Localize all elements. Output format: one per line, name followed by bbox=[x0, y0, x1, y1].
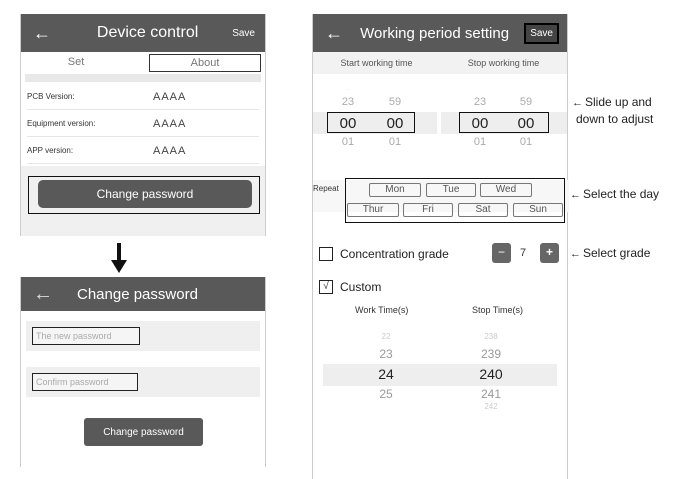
page-title: Working period setting bbox=[360, 24, 510, 42]
work-time-value[interactable]: 23 bbox=[371, 347, 401, 361]
save-button[interactable]: Save bbox=[232, 28, 255, 39]
info-label: Equipment version: bbox=[27, 119, 96, 128]
stop-hour-prev[interactable]: 23 bbox=[465, 96, 495, 108]
custom-checkbox[interactable]: √ bbox=[319, 280, 333, 294]
start-minute-next[interactable]: 01 bbox=[380, 136, 410, 148]
start-hour-next[interactable]: 01 bbox=[333, 136, 363, 148]
concentration-checkbox[interactable] bbox=[319, 247, 333, 261]
callout-arrow-icon: ← bbox=[570, 248, 581, 260]
change-password-screen: ← Change password The new password Confi… bbox=[20, 277, 266, 467]
stop-time-value[interactable]: 241 bbox=[476, 387, 506, 401]
slide-callout-line1: Slide up and bbox=[585, 95, 652, 109]
selection-band bbox=[323, 364, 557, 386]
day-mon[interactable]: Mon bbox=[369, 183, 421, 197]
stop-minute-next[interactable]: 01 bbox=[511, 136, 541, 148]
stop-time-selected[interactable]: 240 bbox=[476, 366, 506, 382]
work-time-selected[interactable]: 24 bbox=[371, 366, 401, 382]
start-time-label: Start working time bbox=[340, 58, 413, 68]
confirm-password-field[interactable]: Confirm password bbox=[26, 367, 260, 397]
info-row-equipment: Equipment version: AAAA bbox=[27, 111, 259, 137]
day-sun[interactable]: Sun bbox=[513, 203, 563, 217]
grade-callout: ← Select grade bbox=[570, 246, 650, 260]
custom-label: Custom bbox=[340, 280, 382, 294]
tab-about[interactable]: About bbox=[149, 54, 261, 72]
new-password-field[interactable]: The new password bbox=[26, 321, 260, 351]
divider bbox=[25, 74, 261, 82]
stop-time-value[interactable]: 238 bbox=[476, 332, 506, 341]
confirm-password-placeholder: Confirm password bbox=[32, 373, 138, 391]
change-password-button[interactable]: Change password bbox=[38, 180, 252, 208]
page-title: Device control bbox=[96, 24, 199, 41]
start-hour-prev[interactable]: 23 bbox=[333, 96, 363, 108]
working-period-screen: ← Working period setting Save Start work… bbox=[312, 14, 569, 479]
day-callout: ← Select the day bbox=[570, 187, 659, 201]
new-password-placeholder: The new password bbox=[32, 327, 140, 345]
slide-callout: ← Slide up and down to adjust bbox=[572, 94, 653, 127]
start-minute-prev[interactable]: 59 bbox=[380, 96, 410, 108]
device-control-screen: ← Device control Save Set About PCB Vers… bbox=[20, 14, 266, 236]
time-labels: Start working time Stop working time bbox=[313, 52, 567, 74]
select-day-text: Select the day bbox=[583, 187, 660, 201]
info-label: APP version: bbox=[27, 146, 74, 155]
back-arrow-icon[interactable]: ← bbox=[33, 23, 63, 44]
repeat-label: Repeat bbox=[313, 184, 339, 193]
day-fri[interactable]: Fri bbox=[403, 203, 453, 217]
start-time-highlight bbox=[327, 112, 415, 133]
work-time-value[interactable]: 22 bbox=[371, 332, 401, 341]
day-sat[interactable]: Sat bbox=[458, 203, 508, 217]
select-grade-text: Select grade bbox=[583, 246, 651, 260]
tab-bar: Set About bbox=[21, 52, 265, 74]
back-arrow-icon[interactable]: ← bbox=[33, 283, 63, 306]
info-label: PCB Version: bbox=[27, 92, 75, 101]
day-thur[interactable]: Thur bbox=[347, 203, 399, 217]
change-password-submit-button[interactable]: Change password bbox=[84, 418, 203, 446]
info-value: AAAA bbox=[153, 144, 187, 157]
stop-minute-prev[interactable]: 59 bbox=[511, 96, 541, 108]
day-wed[interactable]: Wed bbox=[480, 183, 532, 197]
concentration-label: Concentration grade bbox=[340, 247, 449, 261]
change-password-header: ← Change password bbox=[21, 277, 265, 311]
stop-time-highlight bbox=[459, 112, 549, 133]
stop-time-value[interactable]: 239 bbox=[476, 347, 506, 361]
save-button[interactable]: Save bbox=[524, 22, 559, 44]
concentration-value: 7 bbox=[520, 247, 527, 259]
slide-callout-line2: down to adjust bbox=[576, 112, 654, 126]
device-control-header: ← Device control Save bbox=[21, 14, 265, 52]
stop-time-seconds-label: Stop Time(s) bbox=[472, 305, 524, 315]
picker-value: ·· bbox=[346, 87, 350, 93]
callout-arrow-icon: ← bbox=[572, 97, 583, 109]
info-row-pcb: PCB Version: AAAA bbox=[27, 84, 259, 110]
stop-time-value[interactable]: 242 bbox=[476, 402, 506, 411]
working-period-header: ← Working period setting Save bbox=[313, 14, 567, 52]
work-time-label: Work Time(s) bbox=[355, 305, 409, 315]
info-row-app: APP version: AAAA bbox=[27, 138, 259, 164]
work-time-value[interactable]: 25 bbox=[371, 387, 401, 401]
stop-hour-next[interactable]: 01 bbox=[465, 136, 495, 148]
stop-time-label: Stop working time bbox=[467, 58, 540, 68]
info-value: AAAA bbox=[153, 117, 187, 130]
plus-button[interactable]: + bbox=[540, 243, 559, 263]
page-title: Change password bbox=[77, 285, 198, 303]
info-value: AAAA bbox=[153, 90, 187, 103]
minus-button[interactable]: − bbox=[492, 243, 511, 263]
arrow-down-icon bbox=[111, 243, 127, 273]
day-tue[interactable]: Tue bbox=[426, 183, 476, 197]
tab-set[interactable]: Set bbox=[21, 52, 131, 74]
callout-arrow-icon: ← bbox=[570, 189, 581, 201]
